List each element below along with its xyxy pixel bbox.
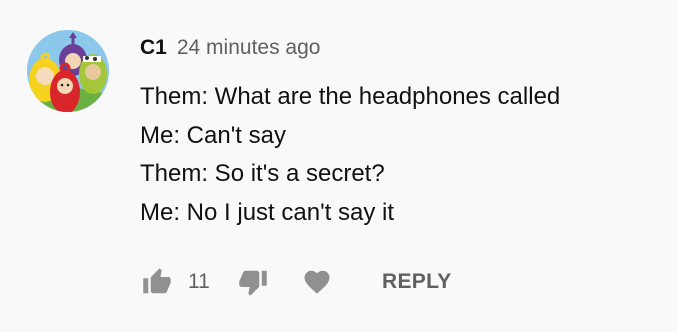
comment-content: C1 24 minutes ago Them: What are the hea… — [140, 36, 660, 232]
comment-line: Me: No I just can't say it — [140, 198, 395, 226]
comment-line: Me: Can't say — [140, 121, 286, 149]
heart-button[interactable] — [300, 265, 334, 299]
thumbs-down-icon — [239, 270, 267, 296]
comment-header: C1 24 minutes ago — [140, 36, 660, 64]
dislike-button[interactable] — [236, 265, 270, 299]
comment-line: Them: So it's a secret? — [140, 160, 385, 187]
comment-line: Them: What are the headphones called — [140, 83, 561, 110]
comment-actions: 11 REPLY — [140, 264, 452, 300]
reply-button[interactable]: REPLY — [382, 270, 452, 294]
comment-thread: C1 24 minutes ago Them: What are the hea… — [0, 0, 678, 332]
avatar[interactable] — [27, 30, 109, 112]
comment-timestamp[interactable]: 24 minutes ago — [177, 36, 321, 60]
like-button[interactable] — [140, 265, 174, 299]
comment-text: Them: What are the headphones called Me:… — [140, 78, 660, 232]
like-count: 11 — [188, 270, 210, 293]
thumbs-up-icon — [143, 268, 171, 294]
heart-icon — [304, 270, 330, 294]
teletubbies-avatar-image — [27, 30, 109, 112]
author-name[interactable]: C1 — [140, 36, 167, 60]
